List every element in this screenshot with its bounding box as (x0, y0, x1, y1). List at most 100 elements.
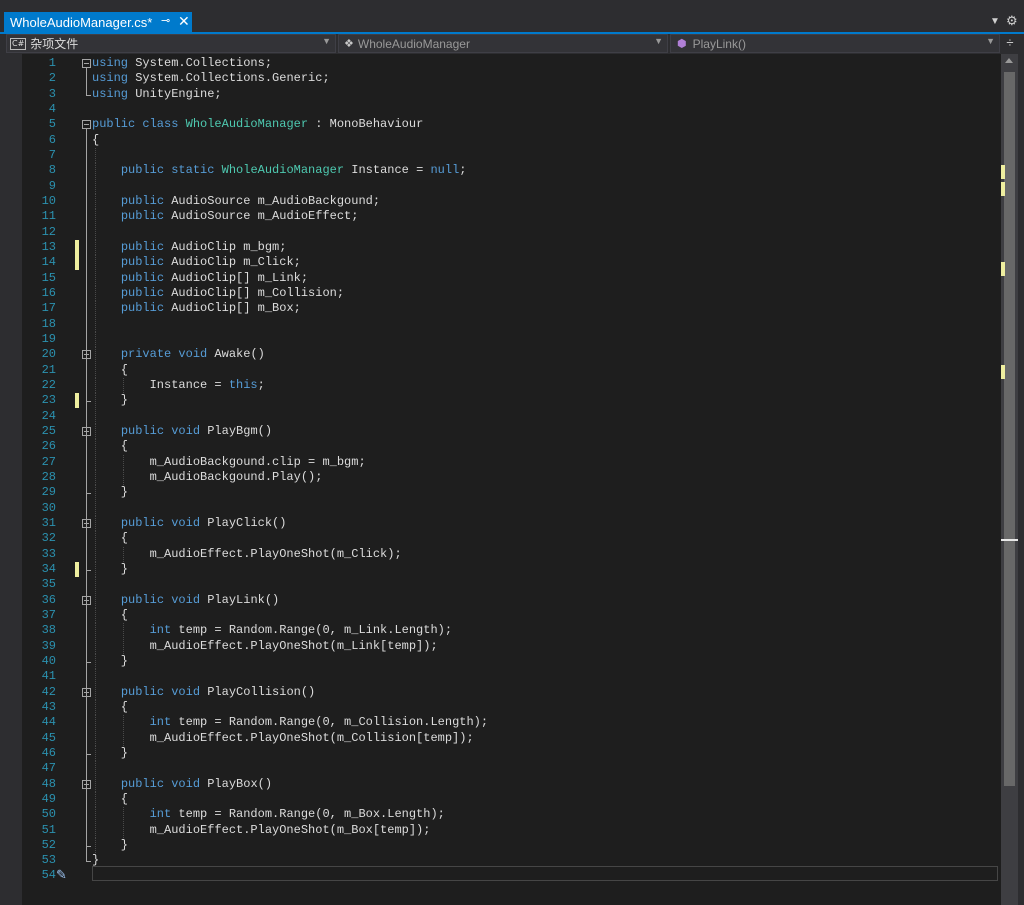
code-line[interactable]: 30 (22, 500, 1001, 516)
code-line[interactable]: 14 public AudioClip m_Click; (22, 255, 1001, 271)
code-line[interactable]: 45 m_AudioEffect.PlayOneShot(m_Collision… (22, 730, 1001, 746)
line-number: 10 (41, 193, 56, 208)
line-number: 1 (48, 56, 56, 70)
code-line[interactable]: 12 (22, 224, 1001, 240)
code-line[interactable]: 48 public void PlayBox() (22, 776, 1001, 792)
code-line[interactable]: 8 public static WholeAudioManager Instan… (22, 163, 1001, 179)
code-line[interactable]: 6{ (22, 133, 1001, 148)
code-line[interactable]: 34 } (22, 561, 1001, 577)
project-dropdown[interactable]: C# 杂项文件 ▼ (6, 34, 336, 53)
code-line[interactable]: 1 using System.Collections; (22, 56, 1001, 71)
tab-wholeaudiomanager[interactable]: WholeAudioManager.cs* ⊸ ✕ (4, 12, 192, 33)
scrollbar-change-mark (1001, 182, 1005, 196)
code-line[interactable]: 17 public AudioClip[] m_Box; (22, 301, 1001, 317)
code-line[interactable]: 50 int temp = Random.Range(0, m_Box.Leng… (22, 807, 1001, 823)
keyword-token: public (120, 193, 165, 208)
code-text: public AudioClip[] m_Link; (92, 271, 308, 286)
pin-icon[interactable]: ⊸ (161, 14, 170, 27)
code-editor[interactable]: 1 using System.Collections; 2 using System.… (22, 54, 1001, 905)
code-line[interactable]: 51 m_AudioEffect.PlayOneShot(m_Box[temp]… (22, 822, 1001, 838)
code-line[interactable]: 43 { (22, 699, 1001, 715)
code-line[interactable]: 53} (22, 853, 1001, 868)
code-token: PlayLink() (200, 592, 280, 607)
line-number: 8 (48, 163, 56, 178)
code-line[interactable]: 39 m_AudioEffect.PlayOneShot(m_Link[temp… (22, 638, 1001, 654)
code-token: { (92, 531, 129, 546)
code-line[interactable]: 38 int temp = Random.Range(0, m_Link.Len… (22, 623, 1001, 639)
brush-icon[interactable]: ✎ (56, 868, 67, 883)
code-text: } (92, 485, 128, 500)
vertical-scrollbar[interactable] (1001, 54, 1018, 905)
tab-list-dropdown-icon[interactable]: ▼ (990, 16, 1000, 27)
code-line[interactable]: 19 (22, 331, 1001, 347)
code-line[interactable]: 7 (22, 147, 1001, 163)
code-line[interactable]: 52 } (22, 837, 1001, 853)
code-line[interactable]: 2 using System.Collections.Generic; (22, 71, 1001, 86)
code-line[interactable]: 44 int temp = Random.Range(0, m_Collisio… (22, 715, 1001, 731)
scrollbar-thumb[interactable] (1004, 72, 1015, 786)
code-line[interactable]: 21 { (22, 362, 1001, 378)
code-line[interactable]: 40 } (22, 653, 1001, 669)
code-line[interactable]: 32 { (22, 531, 1001, 547)
code-line[interactable]: 13 public AudioClip m_bgm; (22, 239, 1001, 255)
code-line[interactable]: 10 public AudioSource m_AudioBackgound; (22, 193, 1001, 209)
scroll-up-arrow-icon[interactable] (1005, 58, 1013, 63)
collapse-icon[interactable] (82, 59, 91, 68)
code-line[interactable]: 47 (22, 761, 1001, 777)
line-number: 29 (41, 485, 56, 500)
code-line[interactable]: 46 } (22, 745, 1001, 761)
code-line[interactable]: 31 public void PlayClick() (22, 515, 1001, 531)
code-token: AudioClip[] m_Collision; (164, 285, 345, 300)
code-line[interactable]: 26 { (22, 439, 1001, 455)
code-token: temp = Random.Range(0, m_Collision.Lengt… (171, 715, 489, 730)
line-number: 4 (48, 101, 56, 116)
code-line[interactable]: 15 public AudioClip[] m_Link; (22, 270, 1001, 286)
close-icon[interactable]: ✕ (178, 13, 190, 30)
code-line[interactable]: 5 public class WholeAudioManager : MonoBe… (22, 117, 1001, 132)
code-line[interactable]: 37 { (22, 607, 1001, 623)
code-line[interactable]: 27 m_AudioBackgound.clip = m_bgm; (22, 454, 1001, 470)
line-number: 49 (41, 791, 56, 806)
code-line[interactable]: 41 (22, 669, 1001, 685)
code-token: AudioSource m_AudioBackgound; (164, 193, 381, 208)
code-line[interactable]: 23 } (22, 393, 1001, 409)
code-token: System.Collections.Generic; (128, 71, 330, 86)
code-line[interactable]: 11 public AudioSource m_AudioEffect; (22, 209, 1001, 225)
code-text: m_AudioEffect.PlayOneShot(m_Click); (92, 547, 402, 562)
code-line[interactable]: 25 public void PlayBgm() (22, 423, 1001, 439)
split-window-icon[interactable]: ÷ (1002, 35, 1018, 51)
member-dropdown[interactable]: ⬢ PlayLink() ▼ (670, 34, 1000, 53)
code-line[interactable]: 49 { (22, 791, 1001, 807)
class-dropdown[interactable]: ❖ WholeAudioManager ▼ (338, 34, 668, 53)
code-text: public AudioSource m_AudioBackgound; (92, 194, 380, 209)
code-text: int temp = Random.Range(0, m_Box.Length)… (92, 807, 445, 822)
code-line[interactable]: 54 ✎ (22, 868, 1001, 883)
type-token: WholeAudioManager (185, 117, 309, 132)
code-token: { (92, 362, 129, 377)
code-line[interactable]: 9 (22, 178, 1001, 194)
code-line[interactable]: 42 public void PlayCollision() (22, 684, 1001, 700)
collapse-icon[interactable] (82, 120, 91, 130)
line-number: 53 (41, 853, 56, 868)
keyword-token: public void (120, 515, 201, 530)
code-line[interactable]: 29 } (22, 485, 1001, 501)
code-line[interactable]: 18 (22, 316, 1001, 332)
code-line[interactable]: 28 m_AudioBackgound.Play(); (22, 469, 1001, 485)
line-number: 48 (41, 776, 56, 791)
gear-icon[interactable]: ⚙ (1006, 13, 1018, 29)
code-line[interactable]: 16 public AudioClip[] m_Collision; (22, 285, 1001, 301)
type-token: WholeAudioManager (221, 163, 345, 178)
code-line[interactable]: 4 (22, 102, 1001, 117)
tab-title: WholeAudioManager.cs* (10, 15, 153, 30)
code-line[interactable]: 35 (22, 577, 1001, 593)
code-line[interactable]: 22 Instance = this; (22, 377, 1001, 393)
code-line[interactable]: 3 using UnityEngine; (22, 87, 1001, 102)
line-number: 40 (41, 653, 56, 668)
code-line[interactable]: 33 m_AudioEffect.PlayOneShot(m_Click); (22, 546, 1001, 562)
code-line[interactable]: 20 private void Awake() (22, 347, 1001, 363)
code-token: } (92, 837, 129, 852)
code-line[interactable]: 24 (22, 408, 1001, 424)
code-text: } (92, 746, 128, 761)
code-line[interactable]: 36 public void PlayLink() (22, 592, 1001, 608)
